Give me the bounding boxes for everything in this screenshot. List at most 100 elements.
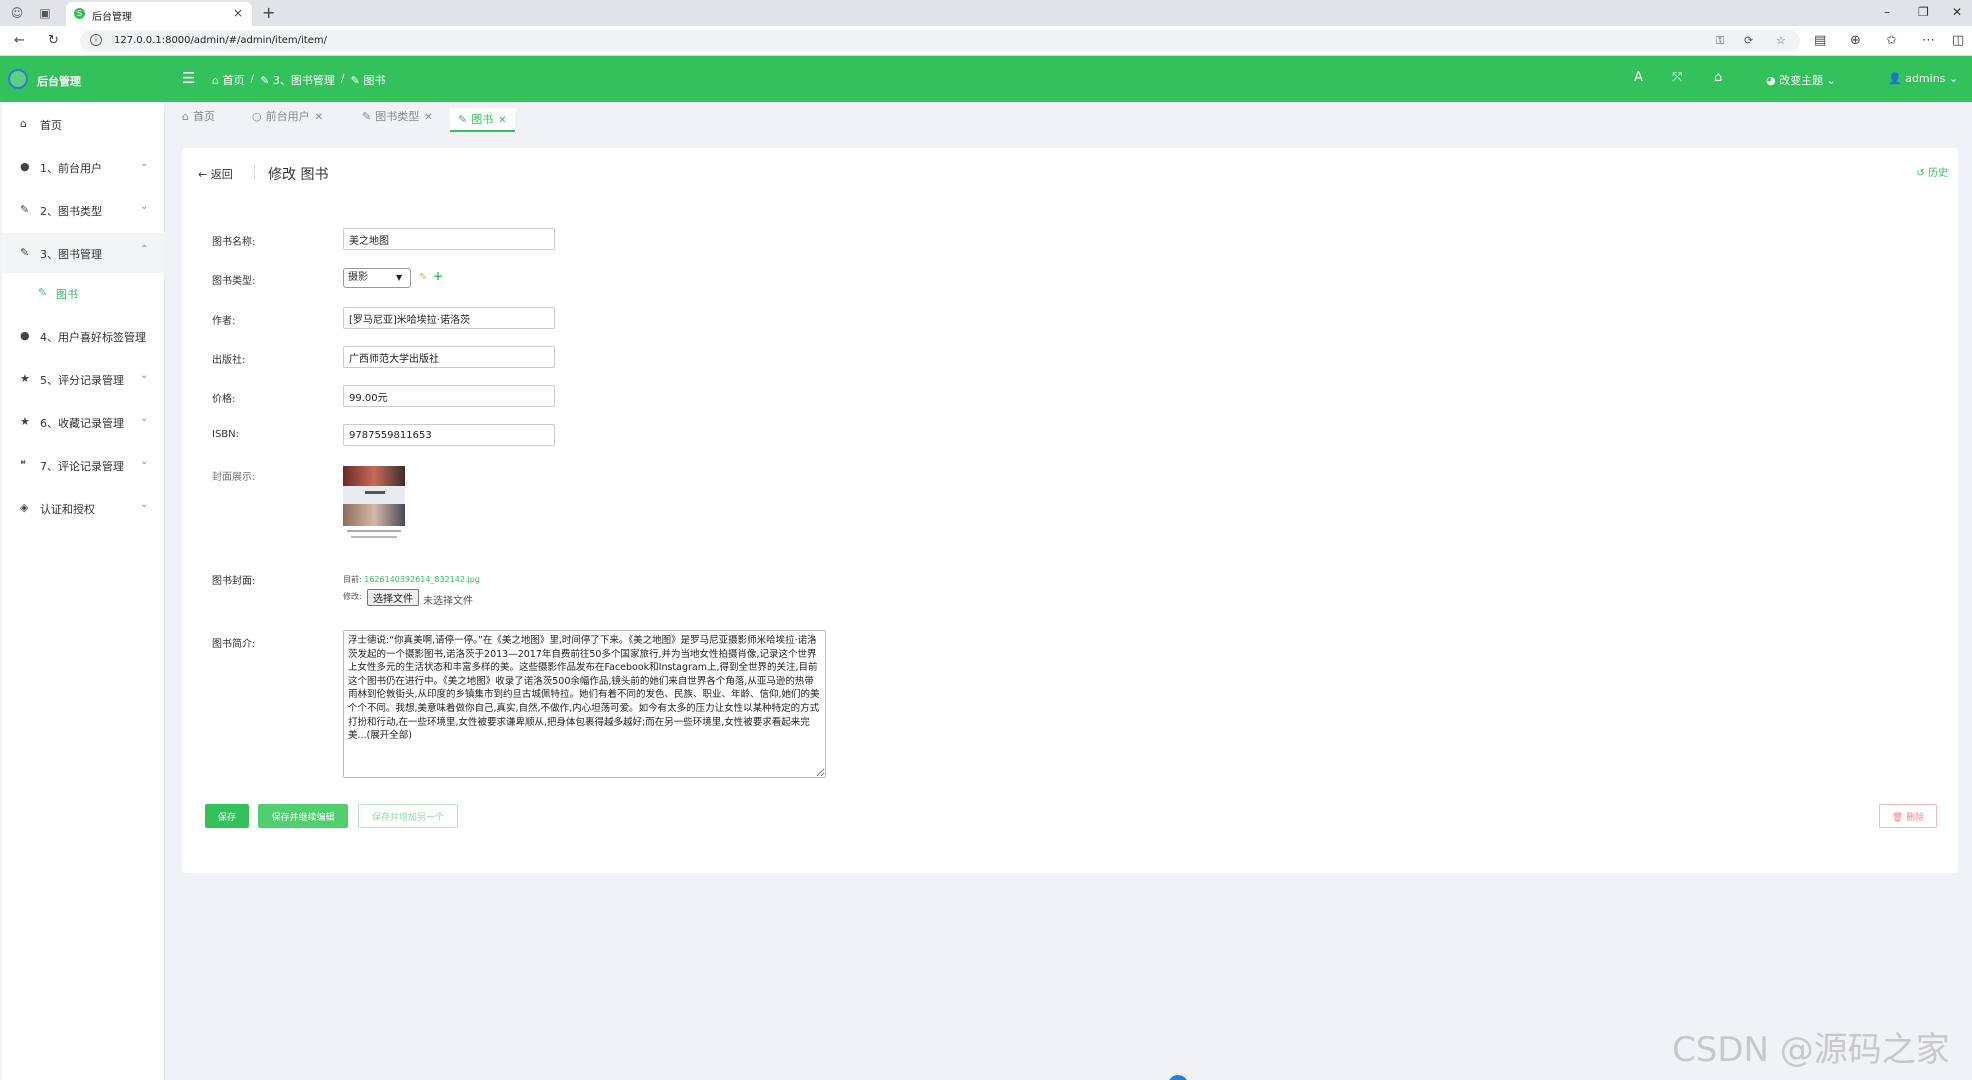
fullscreen-icon[interactable]: ⤧ [1672,70,1682,85]
sidebar-item-comments[interactable]: ❝ 7、评论记录管理 ⌄ [2,445,165,485]
save-add-another-button[interactable]: 保存并增加另一个 [358,804,458,828]
home-nav-icon[interactable]: ⌂ [1714,70,1722,85]
close-tab-icon[interactable]: ✕ [424,112,432,123]
url-text: 127.0.0.1:8000/admin/#/admin/item/item/ [114,35,327,46]
book-name-label: 图书名称: [212,237,256,248]
edit-category-icon[interactable]: ✎ [419,272,427,283]
tab-frontend-users[interactable]: ○ 前台用户 ✕ [252,108,323,132]
pencil-icon: ✎ [20,246,30,259]
book-category-label: 图书类型: [212,276,256,287]
browser-tab[interactable]: S 后台管理 × [66,2,252,26]
extensions-icon[interactable]: ⊕ [1850,34,1861,48]
page-title: 修改 图书 [268,167,329,183]
restore-icon[interactable]: ❐ [1918,5,1929,19]
pencil-icon: ✎ [20,203,30,216]
sidebar-item-frontend-users[interactable]: ● 1、前台用户 ⌄ [2,147,165,187]
cover-label: 图书封面: [212,576,256,587]
star-bookmark-icon[interactable]: ☆ [1776,34,1786,47]
pencil-icon: ✎ [350,74,360,87]
profile-icon[interactable]: ☺ [10,6,24,20]
url-field[interactable]: i 127.0.0.1:8000/admin/#/admin/item/item… [80,30,1800,52]
key-icon[interactable]: ⚿ [1716,34,1724,48]
publisher-label: 出版社: [212,355,246,366]
tab-books[interactable]: ✎ 图书 ✕ [450,108,515,132]
divider [254,165,255,179]
publisher-input[interactable] [343,346,555,368]
home-icon: ⌂ [182,110,189,123]
user-icon: ○ [252,110,262,123]
chevron-down-icon: ⌄ [140,158,149,169]
chevron-down-icon: ⌄ [140,413,149,424]
sidebar-subitem-books[interactable]: ✎ 图书 [2,275,165,311]
minimize-icon[interactable]: – [1884,5,1890,19]
reload-icon[interactable]: ↻ [48,34,59,48]
sidebar-item-user-tags[interactable]: ● 4、用户喜好标签管理 [2,316,165,356]
no-file-text: 未选择文件 [423,596,473,607]
save-button[interactable]: 保存 [205,804,249,828]
folder-icon[interactable]: ▤ [1814,34,1826,48]
tab-book-types[interactable]: ✎ 图书类型 ✕ [362,108,433,132]
pencil-icon: ✎ [458,113,468,126]
current-file-link[interactable]: 1626140392614_832142.jpg [364,575,480,584]
back-arrow-icon[interactable]: ← [14,34,25,48]
book-name-input[interactable] [343,228,555,250]
close-window-icon[interactable]: ✕ [1952,5,1962,19]
home-icon: ⌂ [20,117,27,130]
chevron-down-icon: ⌄ [140,456,149,467]
isbn-input[interactable] [343,424,555,446]
choose-file-button[interactable]: 选择文件 [367,589,419,606]
tab-home[interactable]: ⌂ 首页 [182,108,215,132]
new-tab-icon[interactable]: + [262,3,275,22]
close-tab-icon[interactable]: × [233,6,243,20]
site-info-icon[interactable]: i [90,34,102,46]
sidebar-item-favorites[interactable]: ★ 6、收藏记录管理 ⌄ [2,402,165,442]
translate-icon[interactable]: ⟳ [1744,34,1753,47]
price-label: 价格: [212,394,236,405]
close-tab-icon[interactable]: ✕ [315,112,323,123]
floating-indicator [1168,1075,1188,1080]
change-label: 修改: [343,592,362,601]
history-button[interactable]: ↺ 历史 [1916,164,1948,179]
pencil-icon: ✎ [38,286,48,299]
palette-icon: ◕ [1766,74,1776,87]
sidebar-item-home[interactable]: ⌂ 首页 [2,104,165,144]
sidebar-item-book-management[interactable]: ✎ 3、图书管理 ⌃ [2,233,165,273]
author-label: 作者: [212,316,236,327]
user-menu[interactable]: 👤 admins ⌄ [1888,72,1958,85]
chevron-down-icon: ⌄ [140,201,149,212]
sidebar-toggle-icon[interactable]: ◫ [1952,34,1964,48]
breadcrumb-home[interactable]: ⌂ 首页 [212,72,244,88]
more-icon[interactable]: ⋯ [1922,34,1935,48]
chevron-down-icon: ▼ [396,273,403,282]
star-icon: ★ [20,415,30,428]
sidebar-item-auth[interactable]: ◈ 认证和授权 ⌄ [2,488,165,528]
menu-toggle-icon[interactable]: ☰ [182,69,195,87]
home-icon: ⌂ [212,74,219,87]
price-input[interactable] [343,385,555,407]
chevron-down-icon: ⌄ [1826,74,1836,87]
favorites-icon[interactable]: ✩ [1886,34,1897,48]
chevron-down-icon: ⌄ [140,499,149,510]
tab-actions-icon[interactable]: ▣ [38,6,52,20]
font-size-icon[interactable]: A [1634,70,1643,85]
description-textarea[interactable] [343,630,826,778]
add-category-icon[interactable]: + [433,269,443,283]
sidebar-item-ratings[interactable]: ★ 5、评分记录管理 ⌄ [2,359,165,399]
close-tab-icon[interactable]: ✕ [498,115,506,126]
theme-switcher[interactable]: ◕ 改变主题 ⌄ [1766,72,1836,88]
save-continue-button[interactable]: 保存并继续编辑 [258,804,348,828]
author-input[interactable] [343,307,555,329]
cover-display-label: 封面展示: [212,472,256,483]
sidebar: ⌂ 首页 ● 1、前台用户 ⌄ ✎ 2、图书类型 ⌄ ✎ 3、图书管理 ⌃ ✎ … [2,102,165,1080]
breadcrumb-book[interactable]: ✎ 图书 [351,72,386,88]
breadcrumb: ⌂ 首页 / ✎ 3、图书管理 / ✎ 图书 [212,72,386,88]
breadcrumb-book-management[interactable]: ✎ 3、图书管理 [260,72,335,88]
back-button[interactable]: ← 返回 [198,166,233,182]
cover-image [343,466,405,544]
isbn-label: ISBN: [212,429,240,440]
browser-tab-strip: ☺ ▣ S 后台管理 × + – ❐ ✕ [0,0,1972,26]
chevron-up-icon: ⌃ [140,244,149,255]
favicon-icon: S [74,8,85,19]
sidebar-item-book-types[interactable]: ✎ 2、图书类型 ⌄ [2,190,165,230]
delete-button[interactable]: 🗑 删除 [1879,804,1937,828]
